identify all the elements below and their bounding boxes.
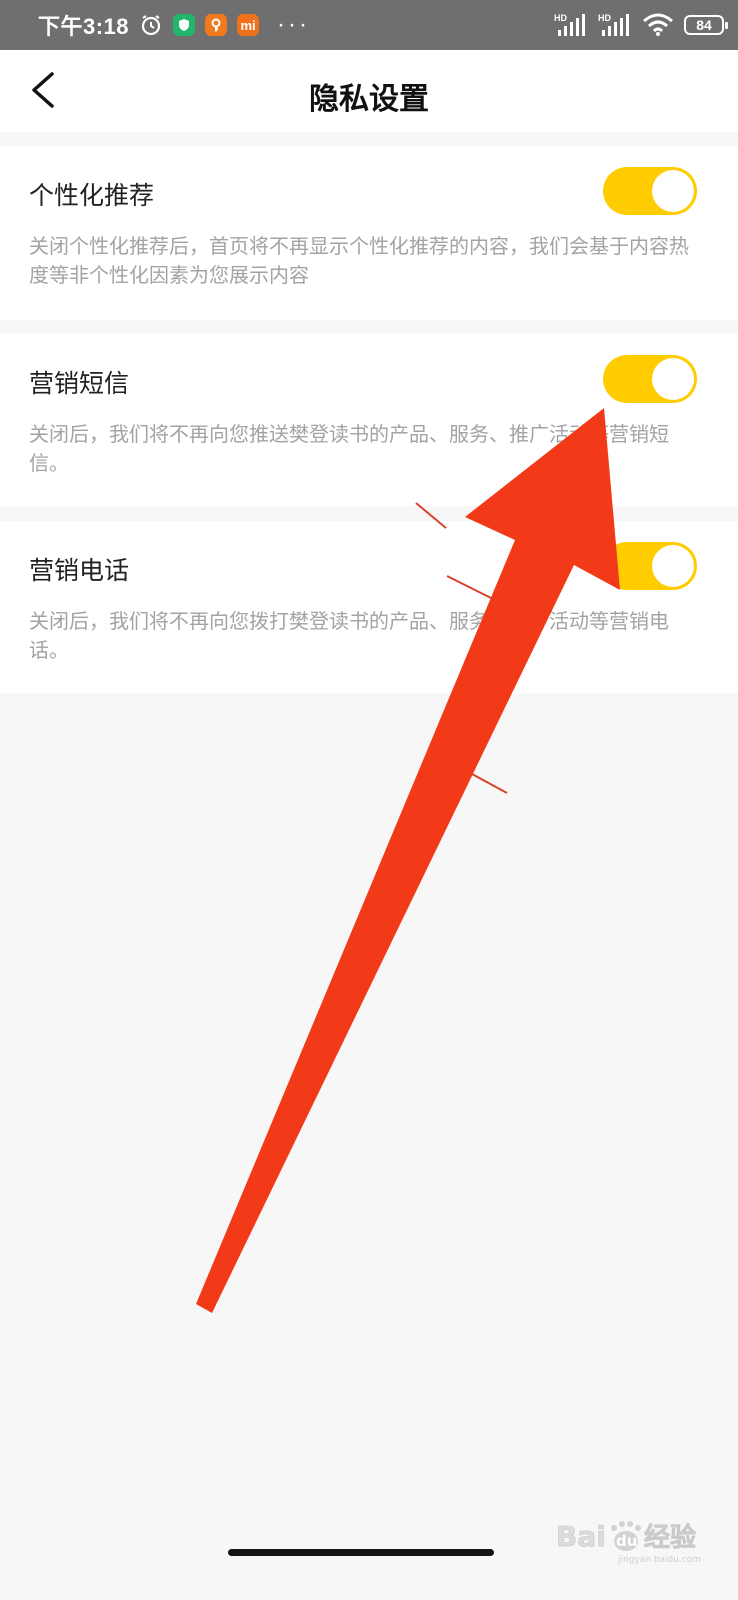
page-title: 隐私设置 <box>309 83 429 116</box>
watermark-brand: Bai <box>556 1520 606 1553</box>
toggle-knob <box>652 170 694 212</box>
setting-description: 关闭后，我们将不再向您拨打樊登读书的产品、服务、推广活动等营销电话。 <box>29 611 669 662</box>
home-indicator[interactable] <box>228 1549 494 1556</box>
more-notifications-icon: ··· <box>277 11 311 38</box>
setting-title: 营销短信 <box>29 370 130 398</box>
signal-hd-icon-2: HD <box>598 12 632 38</box>
setting-personalized-recommendation: 个性化推荐 关闭个性化推荐后，首页将不再显示个性化推荐的内容，我们会基于内容热度… <box>0 146 738 320</box>
personalized-recommendation-toggle[interactable] <box>603 167 697 215</box>
setting-title: 个性化推荐 <box>29 182 155 210</box>
key-app-icon <box>205 14 228 36</box>
signal-2-hd-label: HD <box>598 13 611 23</box>
watermark-url: jingyan.baidu.com <box>617 1555 701 1565</box>
setting-marketing-sms: 营销短信 关闭后，我们将不再向您推送樊登读书的产品、服务、推广活动等营销短信。 <box>0 334 738 506</box>
mi-app-icon: mi <box>237 14 260 36</box>
marketing-sms-toggle[interactable] <box>603 355 697 403</box>
watermark-paw-text: du <box>616 1532 637 1550</box>
signal-1-hd-label: HD <box>554 13 567 23</box>
setting-description: 关闭个性化推荐后，首页将不再显示个性化推荐的内容，我们会基于内容热度等非个性化因… <box>29 236 689 287</box>
setting-description: 关闭后，我们将不再向您推送樊登读书的产品、服务、推广活动等营销短信。 <box>29 424 669 475</box>
setting-marketing-calls: 营销电话 关闭后，我们将不再向您拨打樊登读书的产品、服务、推广活动等营销电话。 <box>0 521 738 693</box>
nav-bar: 隐私设置 <box>0 50 738 132</box>
signal-hd-icon-1: HD <box>554 12 588 38</box>
toggle-knob <box>652 545 694 587</box>
status-bar: 下午3:18 mi ··· HD HD 84 <box>0 0 738 50</box>
baidu-jingyan-watermark-logo: Bai du 经验 jingyan.baidu.com <box>556 1520 701 1565</box>
annotation-stroke-mark <box>471 773 508 794</box>
status-time: 下午3:18 <box>38 14 130 39</box>
marketing-calls-toggle[interactable] <box>603 542 697 590</box>
setting-title: 营销电话 <box>29 557 130 585</box>
wifi-icon <box>642 13 674 37</box>
watermark-cn: 经验 <box>644 1522 696 1553</box>
shield-app-icon <box>173 14 196 36</box>
toggle-knob <box>652 358 694 400</box>
alarm-icon <box>139 13 163 37</box>
battery-indicator: 84 <box>684 15 728 35</box>
